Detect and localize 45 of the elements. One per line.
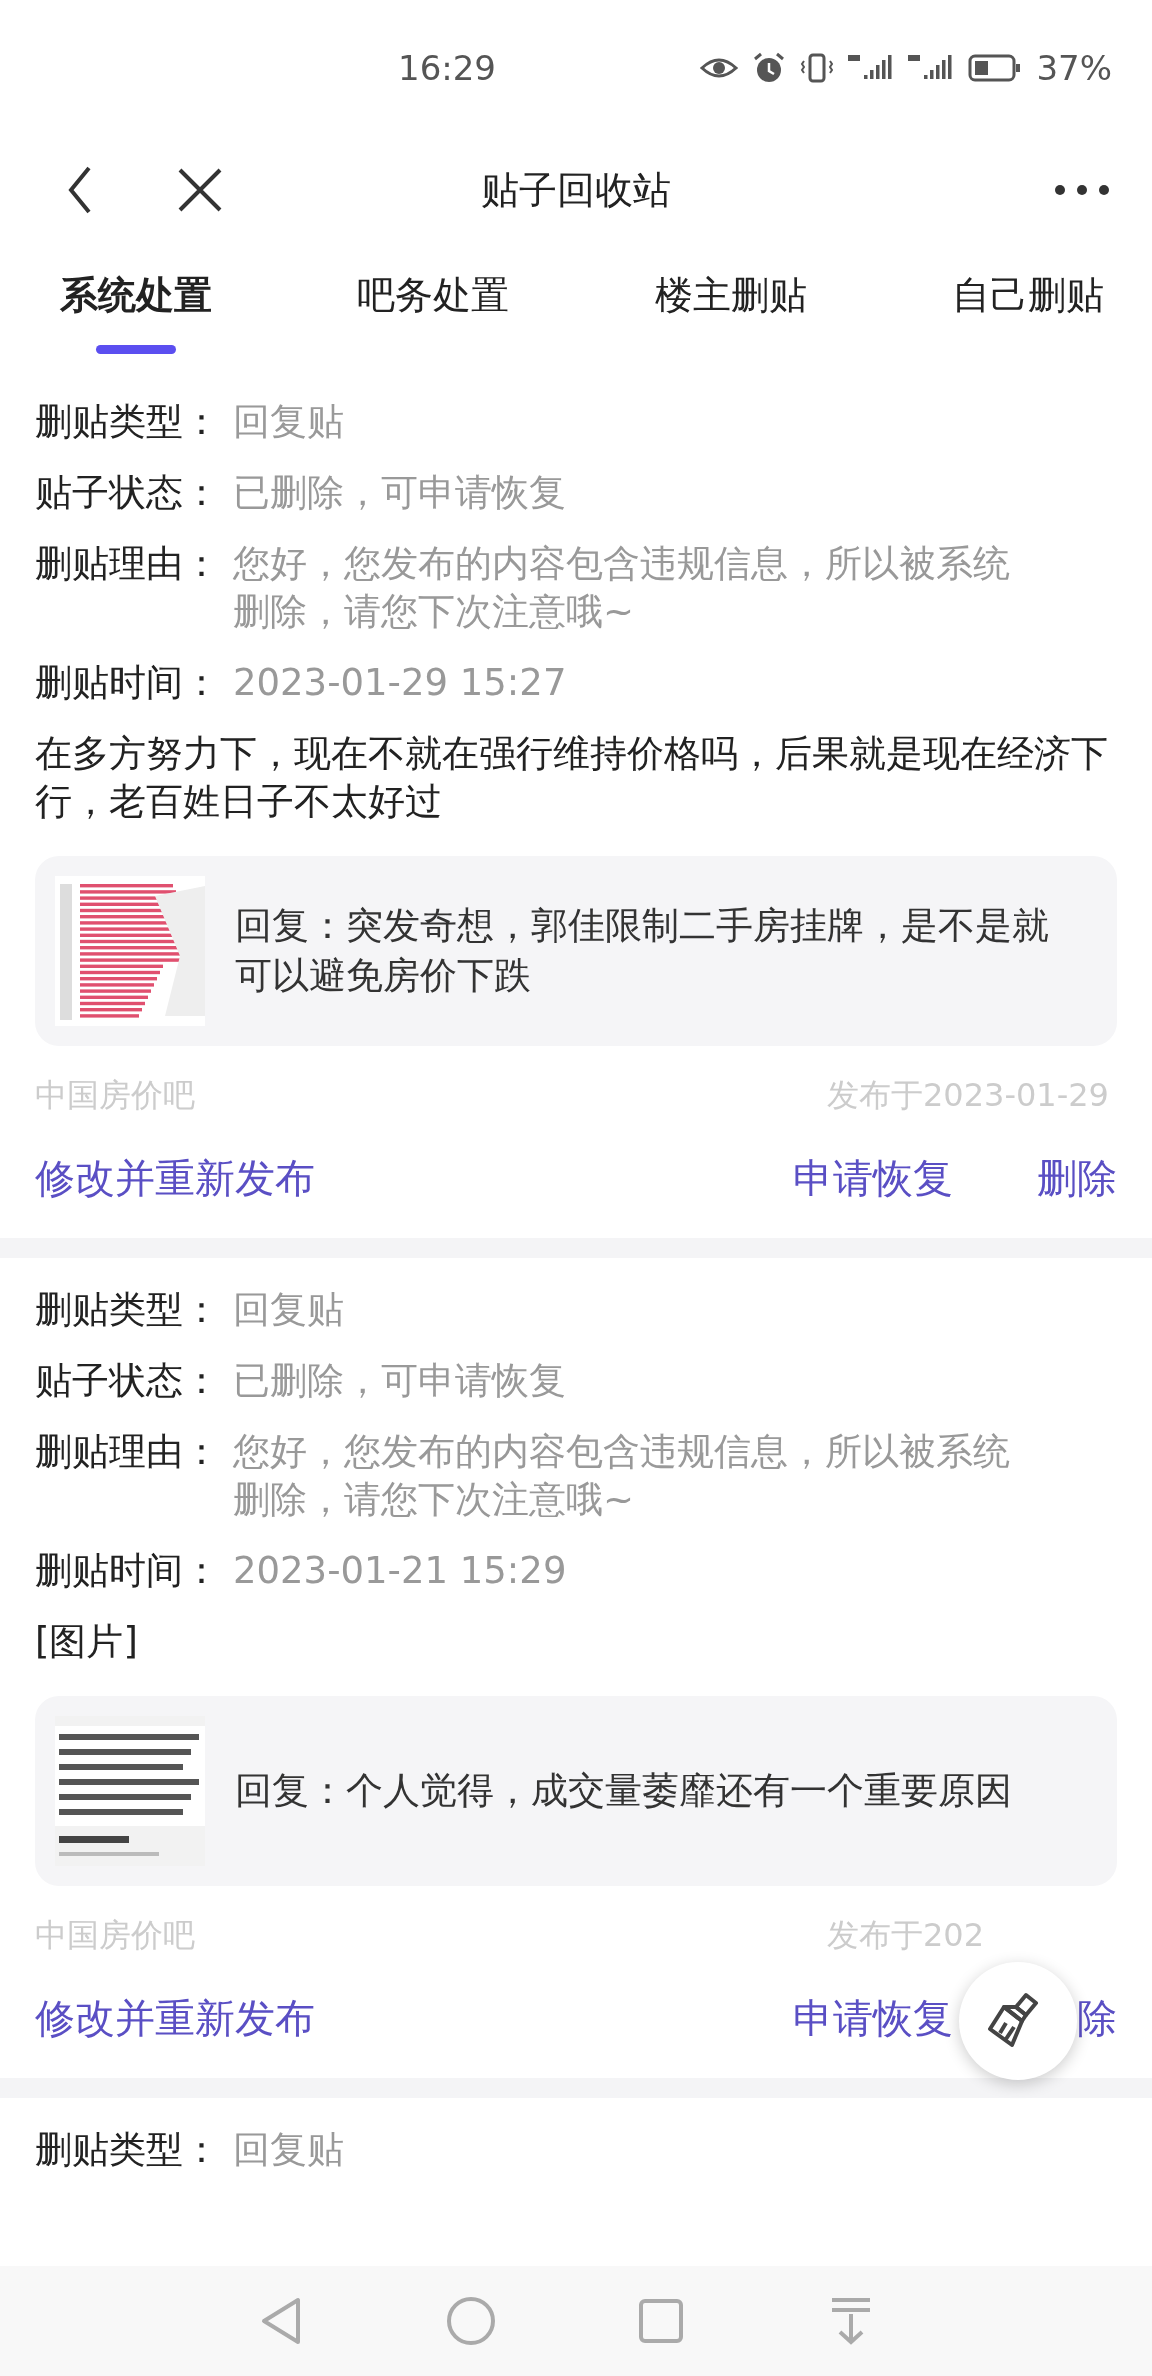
- post-text: [图片]: [35, 1619, 139, 1665]
- field-value: 回复贴: [233, 399, 345, 445]
- battery-icon: [968, 52, 1023, 83]
- alarm-icon: [752, 50, 787, 85]
- field-label: 删贴类型：: [35, 399, 221, 445]
- square-icon: [637, 2297, 685, 2345]
- field-label: 删贴类型：: [35, 1287, 221, 1333]
- more-icon: [1054, 184, 1110, 196]
- quote-text: 回复：突发奇想，郭佳限制二手房挂牌，是不是就可以避免房价下跌: [235, 903, 1050, 999]
- tab[interactable]: 吧务处置: [357, 270, 510, 368]
- field-label: 删贴理由：: [35, 541, 221, 587]
- field-value: 已删除，可申请恢复: [233, 470, 567, 516]
- field-value: 回复贴: [233, 2127, 345, 2173]
- tab[interactable]: 楼主删贴: [654, 270, 807, 368]
- clean-button[interactable]: [959, 1962, 1077, 2080]
- field-value: 2023-01-21 15:29: [233, 1548, 568, 1594]
- battery-percent: 37%: [1036, 47, 1112, 88]
- delete-link[interactable]: 删除: [1037, 1150, 1117, 1206]
- close-icon: [177, 167, 223, 213]
- field-label: 删贴时间：: [35, 1548, 221, 1594]
- field-value: 您好，您发布的内容包含违规信息，所以被系统删除，请您下次注意哦~: [233, 541, 1011, 635]
- field-value: 2023-01-29 15:27: [233, 660, 568, 706]
- restore-link[interactable]: 申请恢复: [793, 1150, 953, 1206]
- page-title: 贴子回收站: [481, 166, 671, 214]
- quoted-post[interactable]: 回复：突发奇想，郭佳限制二手房挂牌，是不是就可以避免房价下跌: [35, 856, 1117, 1046]
- field-label: 删贴理由：: [35, 1429, 221, 1475]
- field-value: 您好，您发布的内容包含违规信息，所以被系统删除，请您下次注意哦~: [233, 1429, 1011, 1523]
- quoted-post[interactable]: 回复：个人觉得，成交量萎靡还有一个重要原因: [35, 1696, 1117, 1886]
- post-text: 在多方努力下，现在不就在强行维持价格吗，后果就是现在经济下行，老百姓日子不太好过: [35, 731, 1109, 825]
- field-value: 已删除，可申请恢复: [233, 1358, 567, 1404]
- eye-icon: [700, 55, 739, 80]
- tab[interactable]: 系统处置: [60, 270, 212, 368]
- quote-text: 回复：个人觉得，成交量萎靡还有一个重要原因: [235, 1768, 1013, 1814]
- status-time: 16:29: [398, 47, 497, 88]
- delete-link[interactable]: 除: [1077, 1990, 1117, 2046]
- edit-republish-link[interactable]: 修改并重新发布: [35, 1150, 315, 1206]
- circle-icon: [445, 2295, 497, 2347]
- field-label: 贴子状态：: [35, 470, 221, 516]
- tab[interactable]: 自己删贴: [952, 270, 1104, 368]
- edit-republish-link[interactable]: 修改并重新发布: [35, 1990, 315, 2046]
- field-label: 贴子状态：: [35, 1358, 221, 1404]
- field-value: 回复贴: [233, 1287, 345, 1333]
- restore-link[interactable]: 申请恢复: [793, 1990, 953, 2046]
- field-label: 删贴时间：: [35, 660, 221, 706]
- field-label: 删贴类型：: [35, 2127, 221, 2173]
